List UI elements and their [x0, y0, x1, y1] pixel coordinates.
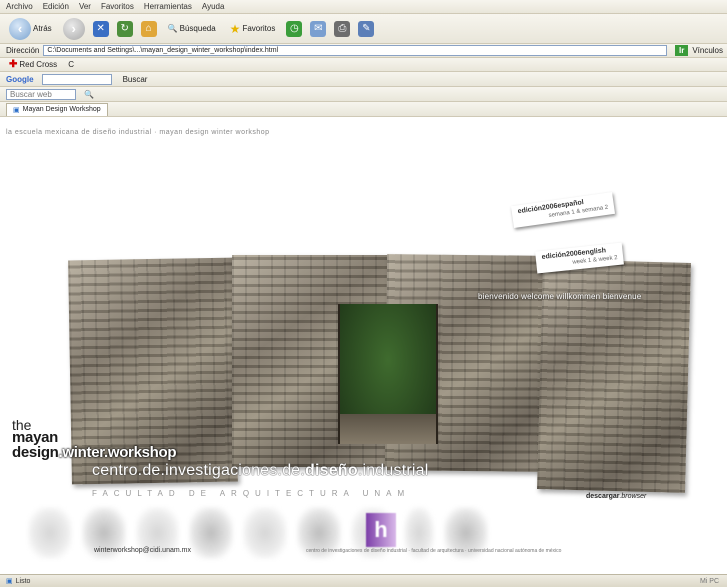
menu-edicion[interactable]: Edición [43, 2, 69, 11]
facultad-label: FACULTAD DE ARQUITECTURA UNAM [92, 489, 411, 498]
tab-mayan-design[interactable]: ▣ Mayan Design Workshop [6, 102, 108, 116]
edit-button[interactable]: ✎ [358, 20, 375, 37]
menu-ver[interactable]: Ver [79, 2, 91, 11]
search-icon: 🔍 [167, 24, 178, 33]
favorites-button[interactable]: ★ Favoritos [227, 21, 279, 37]
menu-ayuda[interactable]: Ayuda [202, 2, 225, 11]
tab-strip: ▣ Mayan Design Workshop [0, 102, 727, 117]
navigation-toolbar: ‹ Atrás › ✕ ↻ ⌂ 🔍 Búsqueda ★ Favoritos ◷… [0, 14, 727, 44]
red-cross-link[interactable]: ✚ Red Cross [6, 58, 60, 71]
page-done-icon: ▣ [6, 578, 13, 585]
google-toolbar: Google Buscar [0, 72, 727, 87]
home-button[interactable]: ⌂ [140, 20, 157, 37]
zone-text: Mi PC [699, 577, 719, 585]
web-search-input[interactable]: Buscar web [6, 88, 76, 100]
red-cross-icon: ✚ [9, 59, 18, 70]
status-bar: ▣ Listo Mi PC [0, 574, 727, 587]
stop-button[interactable]: ✕ [92, 20, 109, 37]
magnifier-icon[interactable]: 🔍 [84, 90, 94, 99]
search-toolbar: Buscar web 🔍 [0, 87, 727, 102]
page-content: la escuela mexicana de diseño industrial… [0, 117, 727, 574]
refresh-button[interactable]: ↻ [116, 20, 133, 37]
print-button[interactable]: ⎙ [334, 20, 351, 37]
links-toolbar: ✚ Red Cross C [0, 58, 727, 72]
menu-bar: Archivo Edición Ver Favoritos Herramient… [0, 0, 727, 14]
title-design: design.winter.workshop [12, 444, 177, 461]
history-button[interactable]: ◷ [286, 20, 303, 37]
address-input[interactable]: C:\Documents and Settings\...\mayan_desi… [43, 45, 667, 56]
centro-title: centro.de.investigaciones.de.diseño.indu… [92, 462, 429, 479]
title-winter-workshop: .winter.workshop [58, 444, 177, 461]
address-label: Dirección [6, 46, 40, 55]
menu-favoritos[interactable]: Favoritos [101, 2, 134, 11]
download-browser-link[interactable]: descargar.browser [586, 493, 646, 500]
star-icon: ★ [229, 21, 241, 36]
page-icon: ▣ [13, 106, 20, 114]
doorway-image [338, 304, 438, 444]
h-menu-icon[interactable]: h [366, 513, 396, 547]
forward-button[interactable]: › [62, 17, 85, 40]
site-tagline: la escuela mexicana de diseño industrial… [6, 129, 270, 136]
go-button[interactable]: Ir [674, 45, 689, 56]
mail-button[interactable]: ✉ [310, 20, 327, 37]
edition-spanish-tag[interactable]: edición2006español semana 1 & semana 2 [510, 192, 616, 228]
title-mayan: mayan [12, 429, 59, 446]
google-logo: Google [6, 74, 34, 84]
links-label[interactable]: Vínculos [692, 46, 723, 55]
menu-icon-4[interactable] [189, 507, 234, 559]
links-item-c[interactable]: C [68, 60, 74, 69]
welcome-link[interactable]: bienvenido welcome willkommen bienvenue [478, 292, 641, 301]
contact-email[interactable]: winterworkshop@cidi.unam.mx [94, 547, 191, 554]
title-design-word: design [12, 444, 59, 461]
google-search-input[interactable] [41, 73, 112, 85]
address-bar: Dirección C:\Documents and Settings\...\… [0, 44, 727, 58]
menu-archivo[interactable]: Archivo [6, 2, 33, 11]
back-button[interactable]: ‹ Atrás [6, 17, 55, 41]
menu-icon-5[interactable] [243, 507, 287, 559]
back-arrow-icon: ‹ [9, 17, 31, 40]
menu-icon-1[interactable] [28, 507, 72, 559]
google-search-button[interactable]: Buscar [120, 74, 151, 85]
menu-herramientas[interactable]: Herramientas [144, 2, 192, 11]
search-button[interactable]: 🔍 Búsqueda [165, 23, 219, 34]
status-text: Listo [15, 577, 31, 585]
footer-note: centro de investigaciones de diseño indu… [306, 548, 562, 554]
